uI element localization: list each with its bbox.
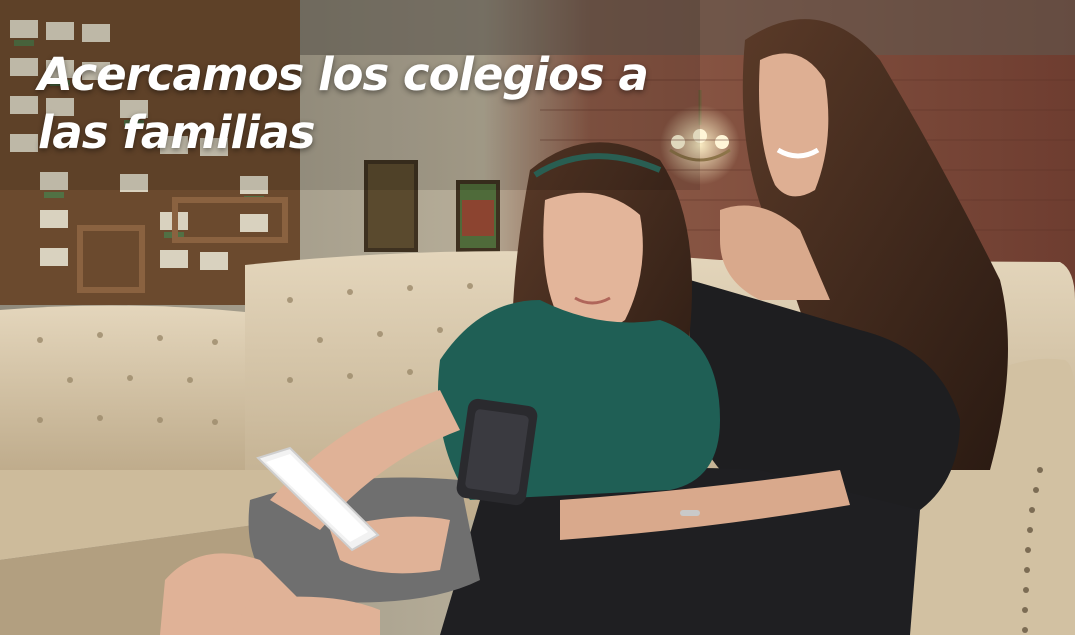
bracelet <box>680 510 700 516</box>
hero-banner: Acercamos los colegios a las familias <box>0 0 1075 635</box>
hero-headline: Acercamos los colegios a las familias <box>38 48 649 159</box>
smartphone-icon <box>456 398 538 506</box>
